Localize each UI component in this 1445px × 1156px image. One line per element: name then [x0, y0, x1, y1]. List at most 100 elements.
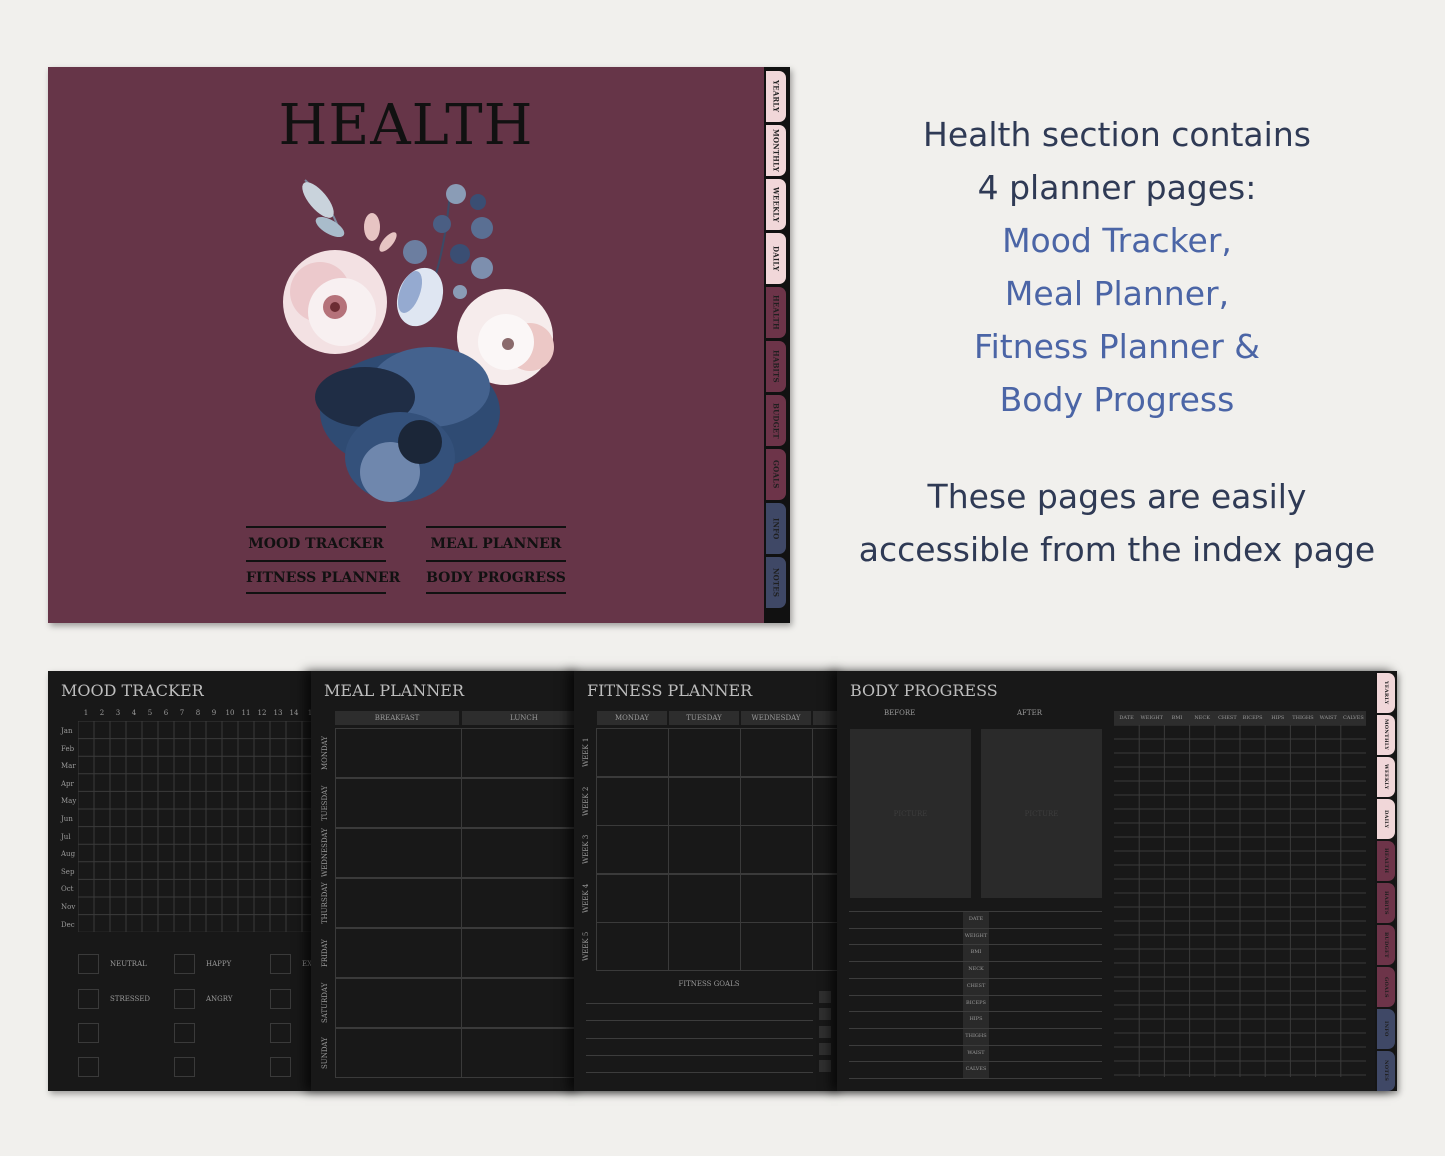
flower-bouquet-illustration — [283, 179, 554, 502]
fitness-goal-line[interactable] — [586, 1072, 813, 1074]
fitness-cell[interactable] — [740, 873, 813, 923]
mood-color-box[interactable] — [270, 1023, 291, 1043]
mood-color-box[interactable] — [78, 1057, 99, 1077]
mood-color-box[interactable] — [78, 954, 99, 974]
tab-info[interactable]: INFO — [766, 503, 786, 554]
meal-cell-lunch[interactable] — [461, 728, 581, 778]
tab-weekly[interactable]: WEEKLY — [766, 179, 786, 230]
measurement-row-line[interactable] — [849, 944, 1102, 946]
fitness-goal-line[interactable] — [586, 1037, 813, 1039]
measurement-row-line[interactable] — [849, 994, 1102, 996]
link-body-progress[interactable]: BODY PROGRESS — [426, 560, 566, 594]
fitness-cell[interactable] — [668, 873, 741, 923]
fitness-cell[interactable] — [596, 922, 669, 971]
fitness-cell[interactable] — [668, 825, 741, 874]
meal-cell-lunch[interactable] — [461, 978, 581, 1028]
mood-color-box[interactable] — [174, 1057, 195, 1077]
meal-cell-lunch[interactable] — [461, 878, 581, 928]
link-mood-tracker[interactable]: MOOD TRACKER — [246, 526, 386, 560]
mood-grid[interactable] — [78, 721, 318, 932]
fitness-cell[interactable] — [740, 922, 813, 971]
tab-monthly[interactable]: MONTHLY — [766, 125, 786, 176]
meal-cell-lunch[interactable] — [461, 928, 581, 978]
measurement-table-grid[interactable] — [1114, 725, 1366, 1077]
mood-color-box[interactable] — [174, 989, 195, 1009]
tab-health[interactable]: HEALTH — [1377, 841, 1395, 881]
fitness-column-header: WEDNESDAY — [741, 711, 811, 725]
tab-goals[interactable]: GOALS — [766, 449, 786, 500]
tab-goals[interactable]: GOALS — [1377, 967, 1395, 1007]
fitness-cell[interactable] — [596, 776, 669, 826]
mood-color-box[interactable] — [270, 954, 291, 974]
tab-daily[interactable]: DAILY — [766, 233, 786, 284]
fitness-cell[interactable] — [740, 776, 813, 826]
mood-color-box[interactable] — [174, 1023, 195, 1043]
fitness-cell[interactable] — [668, 776, 741, 826]
meal-cell-breakfast[interactable] — [335, 928, 462, 978]
day-number: 2 — [99, 709, 105, 717]
tab-weekly[interactable]: WEEKLY — [1377, 757, 1395, 797]
measurement-row-line[interactable] — [849, 961, 1102, 963]
mood-color-box[interactable] — [174, 954, 195, 974]
measurement-row-line[interactable] — [849, 927, 1102, 929]
fitness-goal-checkbox[interactable] — [819, 991, 831, 1003]
tab-info[interactable]: INFO — [1377, 1009, 1395, 1049]
fitness-cell[interactable] — [668, 922, 741, 971]
meal-cell-breakfast[interactable] — [335, 1028, 462, 1078]
navy-peony — [315, 347, 500, 502]
tab-yearly[interactable]: YEARLY — [766, 71, 786, 122]
mood-color-box[interactable] — [78, 1023, 99, 1043]
measurement-row-line[interactable] — [849, 1044, 1102, 1046]
fitness-cell[interactable] — [740, 825, 813, 874]
link-fitness-planner[interactable]: FITNESS PLANNER — [246, 560, 400, 594]
meal-cell-lunch[interactable] — [461, 1028, 581, 1078]
fitness-goal-line[interactable] — [586, 1003, 813, 1004]
measurement-label: CALVES — [965, 1066, 987, 1073]
tab-budget[interactable]: BUDGET — [766, 395, 786, 446]
measurement-row-line[interactable] — [849, 977, 1102, 979]
meal-cell-lunch[interactable] — [461, 778, 581, 828]
fitness-goal-line[interactable] — [586, 1020, 813, 1022]
measurement-table-column: CALVES — [1342, 715, 1364, 721]
fitness-goal-checkbox[interactable] — [819, 1025, 831, 1038]
measurement-row-line[interactable] — [849, 1061, 1102, 1063]
measurement-row-line[interactable] — [849, 1078, 1102, 1079]
fitness-week-label: WEEK 2 — [582, 785, 590, 816]
tab-monthly[interactable]: MONTHLY — [1377, 715, 1395, 755]
fitness-week-label: WEEK 5 — [582, 931, 590, 961]
after-picture-slot[interactable]: PICTURE — [981, 729, 1102, 898]
meal-cell-breakfast[interactable] — [335, 778, 462, 828]
mood-color-box[interactable] — [270, 1057, 291, 1077]
measurement-row-line[interactable] — [849, 911, 1102, 912]
fitness-cell[interactable] — [596, 728, 669, 777]
pink-rose-left — [283, 250, 387, 354]
tab-habits[interactable]: HABITS — [766, 341, 786, 392]
fitness-cell[interactable] — [596, 873, 669, 923]
fitness-goal-line[interactable] — [586, 1054, 813, 1056]
measurement-table-column: WEIGHT — [1140, 715, 1164, 721]
tab-notes[interactable]: NOTES — [1377, 1051, 1395, 1091]
tab-yearly[interactable]: YEARLY — [1377, 673, 1395, 713]
mood-color-box[interactable] — [78, 989, 99, 1009]
fitness-cell[interactable] — [596, 825, 669, 874]
fitness-cell[interactable] — [740, 728, 813, 777]
meal-cell-breakfast[interactable] — [335, 828, 462, 878]
tab-notes[interactable]: NOTES — [766, 557, 786, 608]
meal-cell-breakfast[interactable] — [335, 978, 462, 1028]
tab-health[interactable]: HEALTH — [766, 287, 786, 338]
meal-cell-lunch[interactable] — [461, 828, 581, 878]
measurement-row-line[interactable] — [849, 1027, 1102, 1029]
tab-habits[interactable]: HABITS — [1377, 883, 1395, 923]
fitness-goal-checkbox[interactable] — [819, 1008, 831, 1021]
before-picture-slot[interactable]: PICTURE — [850, 729, 971, 898]
tab-daily[interactable]: DAILY — [1377, 799, 1395, 839]
meal-cell-breakfast[interactable] — [335, 728, 462, 778]
tab-budget[interactable]: BUDGET — [1377, 925, 1395, 965]
fitness-goal-checkbox[interactable] — [819, 1060, 831, 1073]
link-meal-planner[interactable]: MEAL PLANNER — [426, 526, 566, 560]
meal-cell-breakfast[interactable] — [335, 878, 462, 928]
mood-color-box[interactable] — [270, 989, 291, 1009]
measurement-row-line[interactable] — [849, 1011, 1102, 1013]
fitness-goal-checkbox[interactable] — [819, 1042, 831, 1055]
fitness-cell[interactable] — [668, 728, 741, 777]
